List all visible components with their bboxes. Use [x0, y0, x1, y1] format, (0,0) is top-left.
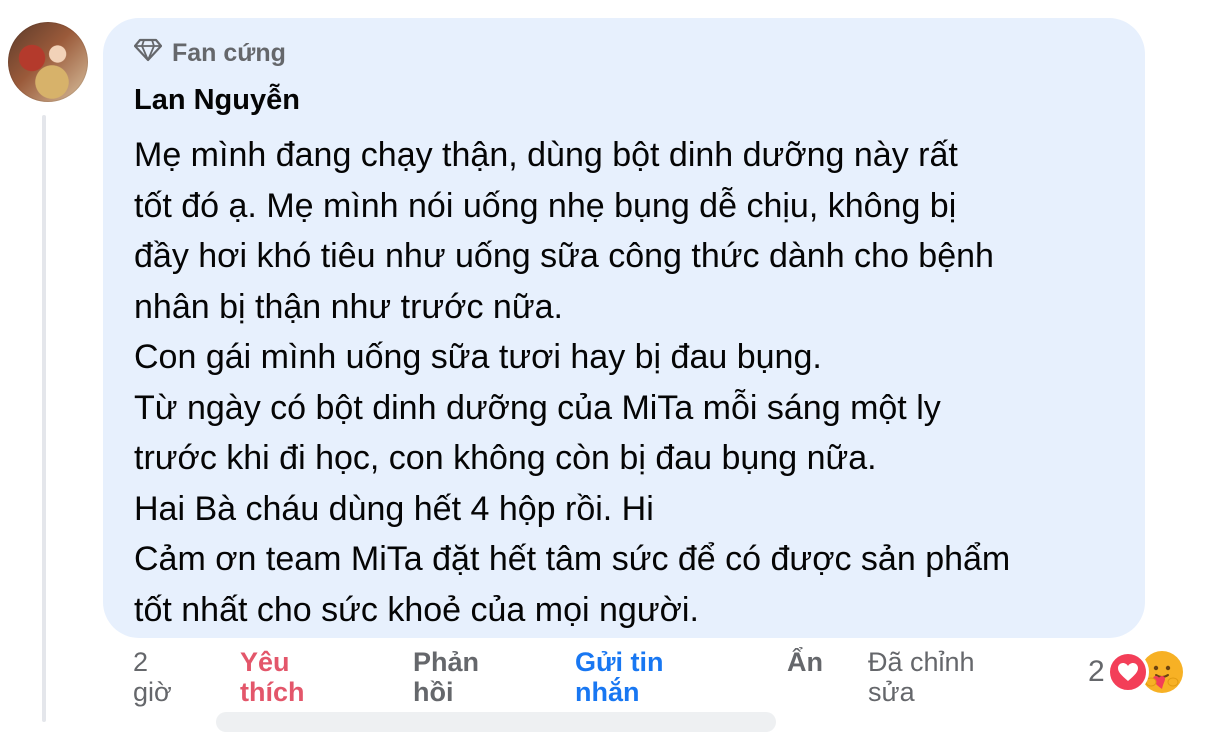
comment-line: Từ ngày có bột dinh dưỡng của MiTa mỗi s…: [134, 388, 941, 427]
comment-line: tốt nhất cho sức khoẻ của mọi người.: [134, 590, 699, 629]
timestamp-number: 2: [133, 647, 149, 677]
comment-bubble: Fan cứng Lan Nguyễn Mẹ mình đang chạy th…: [103, 18, 1145, 638]
edited-label-line2: sửa: [868, 677, 915, 707]
author-name[interactable]: Lan Nguyễn: [134, 80, 1115, 120]
reply-label-line2: hồi: [413, 677, 454, 707]
comment-line: Cảm ơn team MiTa đặt hết tâm sức để có đ…: [134, 540, 1011, 578]
comment-line: Mẹ mình đang chạy thận, dùng bột dinh dư…: [134, 136, 958, 174]
badge-label: Fan cứng: [172, 38, 286, 67]
comment-text: Mẹ mình đang chạy thận, dùng bột dinh dư…: [134, 130, 1115, 635]
reply-label-line1: Phản: [413, 647, 480, 677]
message-label-line2: nhắn: [575, 677, 640, 707]
reaction-summary[interactable]: 2: [1088, 647, 1183, 697]
next-comment-edge: [216, 712, 776, 732]
avatar[interactable]: [8, 22, 88, 102]
timestamp-unit: giờ: [133, 677, 172, 707]
like-label-line1: Yêu: [240, 647, 290, 677]
comment-line: đầy hơi khó tiêu như uống sữa công thức …: [134, 237, 994, 275]
thread-line: [42, 115, 46, 722]
comment-line: Con gái mình uống sữa tươi hay bị đau bụ…: [134, 338, 822, 376]
comment-actions: 2 giờ Yêu thích Phản hồi Gửi tin nhắn Ẩn…: [0, 647, 1226, 722]
fan-badge: Fan cứng: [133, 34, 1115, 72]
reaction-count: 2: [1088, 655, 1105, 688]
comment-line: trước khi đi học, con không còn bị đau b…: [134, 439, 877, 477]
send-message-button[interactable]: Gửi tin nhắn: [575, 647, 664, 707]
like-button[interactable]: Yêu thích: [240, 647, 305, 707]
edited-label[interactable]: Đã chỉnh sửa: [868, 647, 975, 707]
comment-line: tốt đó ạ. Mẹ mình nói uống nhẹ bụng dễ c…: [134, 186, 957, 225]
reply-button[interactable]: Phản hồi: [413, 647, 479, 707]
timestamp-link[interactable]: 2 giờ: [133, 647, 172, 707]
heart-reaction-icon: [1106, 651, 1149, 693]
edited-label-line1: Đã chỉnh: [868, 647, 975, 677]
diamond-icon: [133, 38, 163, 69]
like-label-line2: thích: [240, 677, 305, 707]
message-label-line1: Gửi tin: [575, 647, 664, 677]
hide-button[interactable]: Ẩn: [787, 647, 823, 677]
comment-line: nhân bị thận như trước nữa.: [134, 287, 563, 326]
comment-line: Hai Bà cháu dùng hết 4 hộp rồi. Hi: [134, 489, 654, 528]
